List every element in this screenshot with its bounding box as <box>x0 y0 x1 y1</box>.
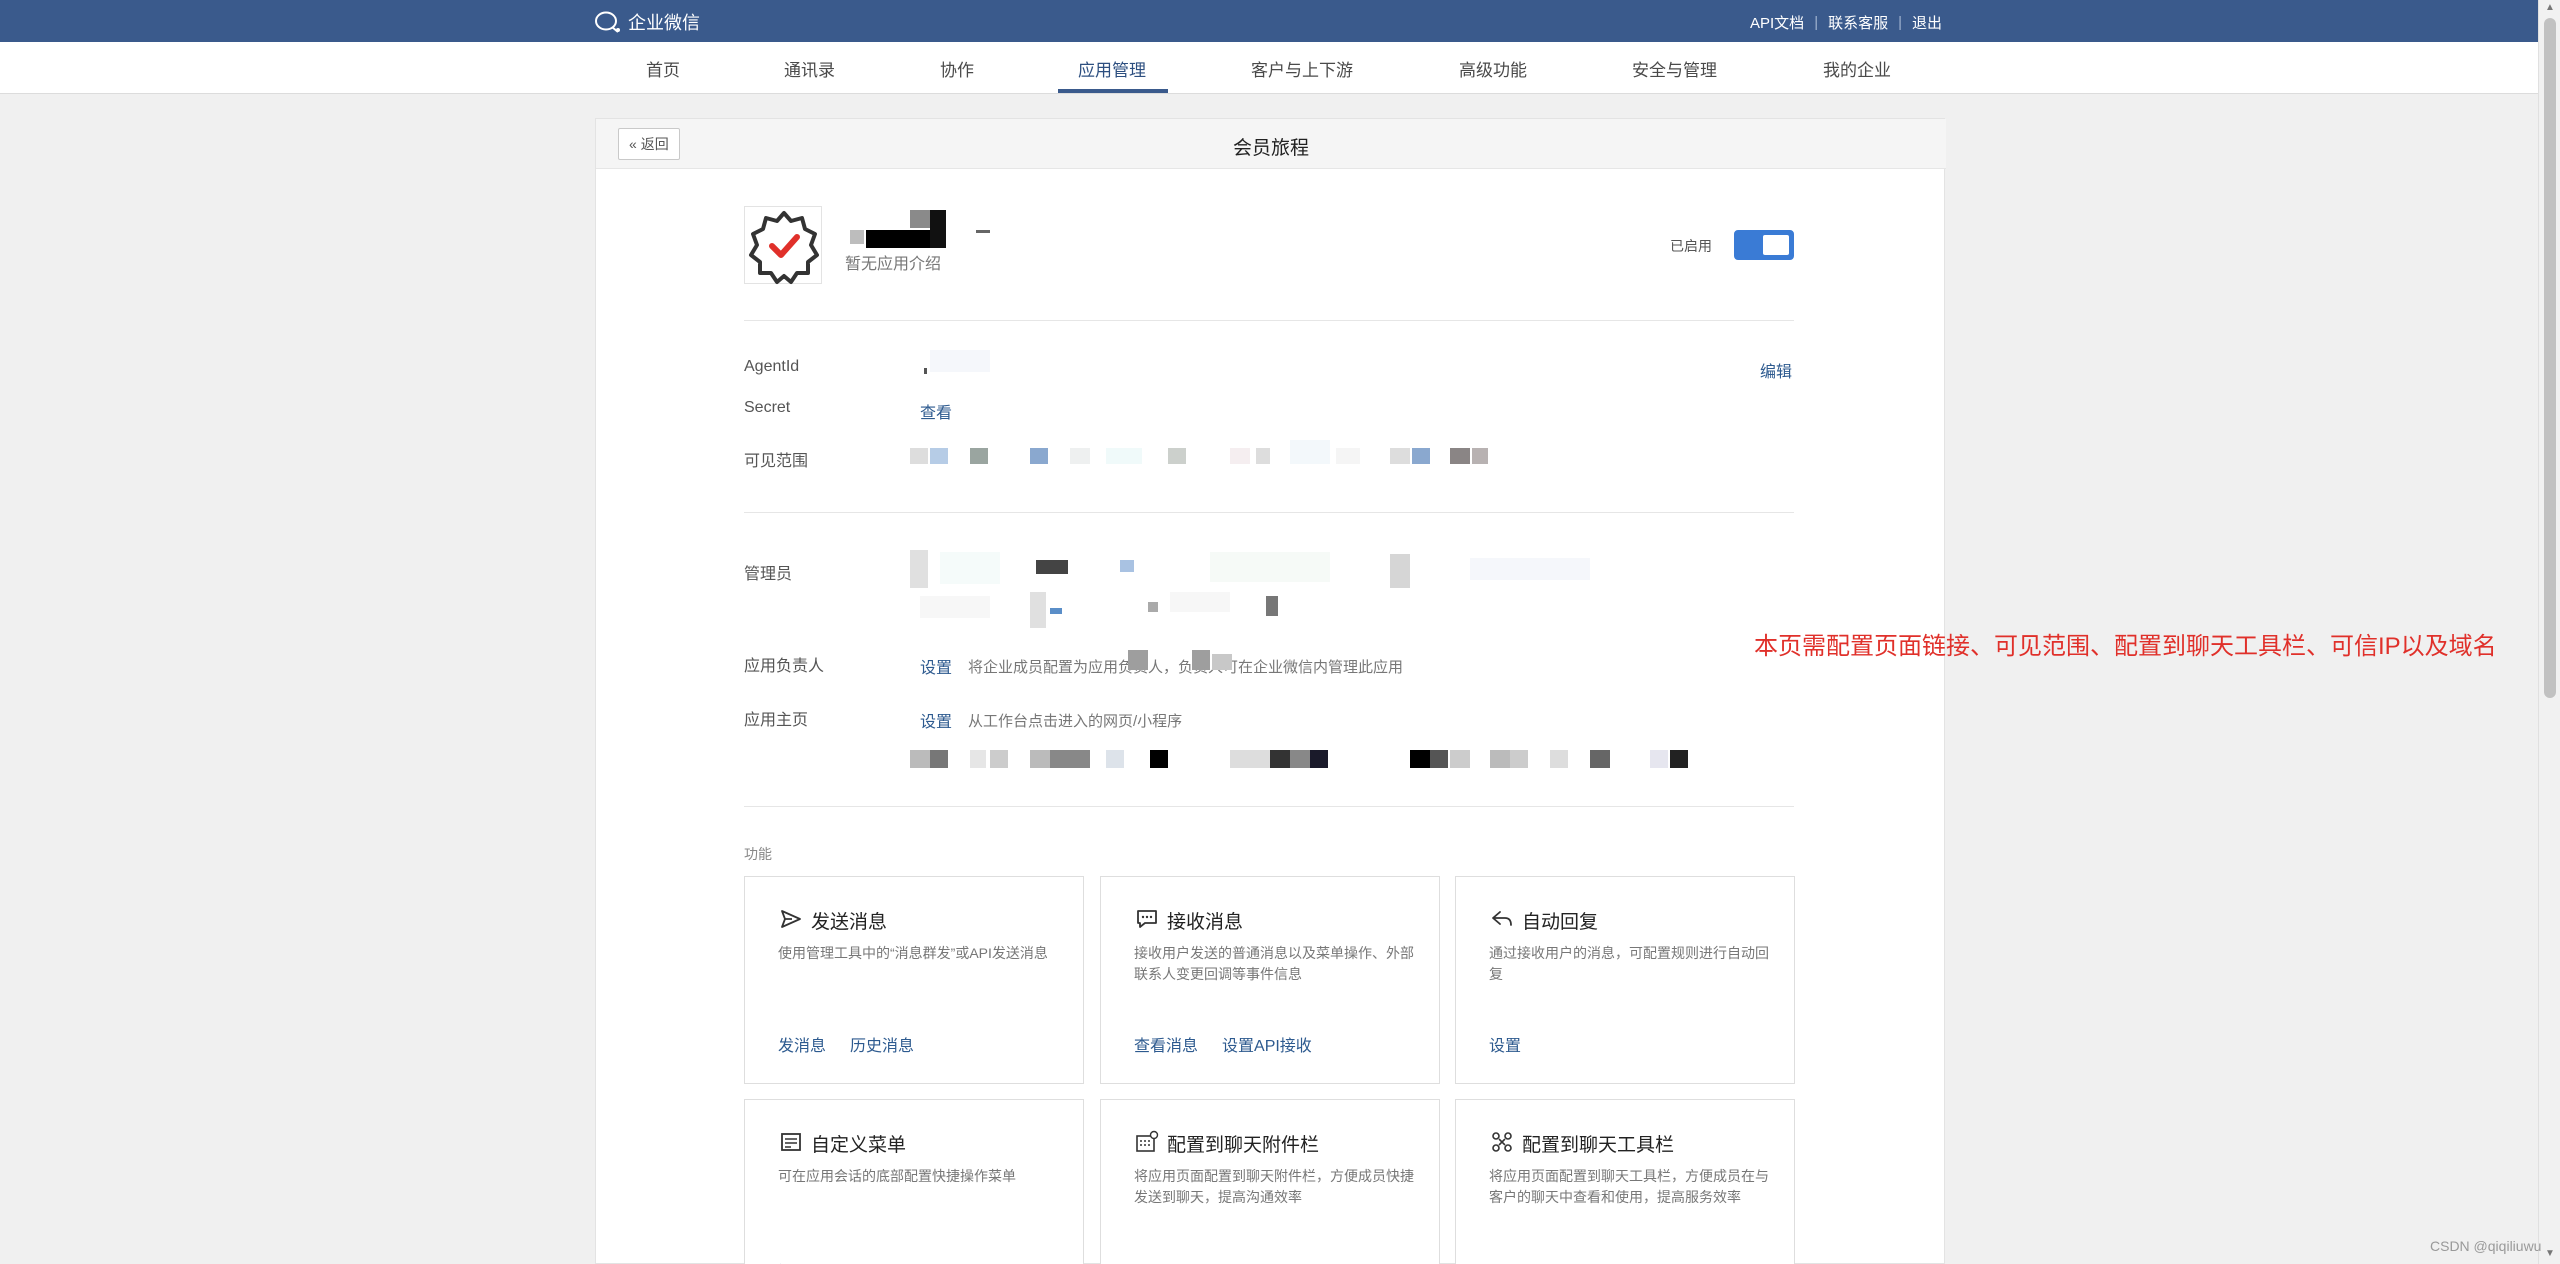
redacted-block <box>930 210 946 248</box>
message-history-link[interactable]: 历史消息 <box>850 1032 914 1056</box>
visible-scope-label: 可见范围 <box>744 453 809 470</box>
app-detail-panel: « 返回 会员旅程 <box>595 118 1946 1264</box>
scroll-down-icon[interactable]: ▼ <box>2544 1248 2556 1260</box>
watermark: CSDN @qiqiliuwu <box>2430 1238 2542 1254</box>
page-scrollbar[interactable]: ▲ ▼ <box>2538 0 2560 1264</box>
view-secret-link[interactable]: 查看 <box>920 399 952 423</box>
feature-card-receive-message: 接收消息 接收用户发送的普通消息以及菜单操作、外部联系人变更回调等事件信息 查看… <box>1100 876 1440 1084</box>
nav-contacts[interactable]: 通讯录 <box>784 56 835 81</box>
scroll-up-icon[interactable]: ▲ <box>2544 2 2556 14</box>
feature-card-chat-toolbar: 配置到聊天工具栏 将应用页面配置到聊天工具栏，方便成员在与客户的聊天中查看和使用… <box>1455 1099 1795 1264</box>
redacted-block <box>910 210 930 228</box>
nav-advanced[interactable]: 高级功能 <box>1459 56 1527 81</box>
feature-description: 将应用页面配置到聊天附件栏，方便成员快捷发送到聊天，提高沟通效率 <box>1134 1168 1414 1205</box>
visible-scope-tags[interactable] <box>910 440 1510 472</box>
main-nav: 首页 通讯录 协作 应用管理 客户与上下游 高级功能 安全与管理 我的企业 <box>0 42 2538 94</box>
redacted-block <box>866 230 930 248</box>
send-icon <box>781 910 801 928</box>
scrollbar-thumb[interactable] <box>2544 18 2556 698</box>
app-logo <box>744 206 822 284</box>
wecom-logo-icon <box>595 11 620 33</box>
top-bar: 企业微信 API文档 | 联系客服 | 退出 <box>0 0 2538 42</box>
auto-reply-settings-link[interactable]: 设置 <box>1489 1032 1521 1056</box>
custom-menu-settings-link[interactable]: 设置 <box>778 1258 810 1264</box>
feature-title: 自定义菜单 <box>811 1135 907 1156</box>
redacted-block <box>1212 654 1232 670</box>
reply-icon <box>1492 911 1512 926</box>
divider: | <box>1814 14 1819 31</box>
contact-support-link[interactable]: 联系客服 <box>1828 12 1888 33</box>
redacted-block <box>850 230 864 244</box>
menu-icon <box>781 1133 801 1151</box>
nav-security[interactable]: 安全与管理 <box>1632 56 1717 81</box>
active-tab-indicator <box>1058 89 1168 93</box>
set-api-receive-link[interactable]: 设置API接收 <box>1222 1032 1312 1056</box>
admin-label: 管理员 <box>744 566 793 583</box>
app-homepage-label: 应用主页 <box>744 712 809 729</box>
panel-header: « 返回 会员旅程 <box>596 119 1946 169</box>
logout-link[interactable]: 退出 <box>1912 12 1942 33</box>
page-title: 会员旅程 <box>1232 138 1309 159</box>
top-links: API文档 | 联系客服 | 退出 <box>1750 12 1942 33</box>
set-homepage-link[interactable]: 设置 <box>920 708 952 732</box>
feature-card-auto-reply: 自动回复 通过接收用户的消息，可配置规则进行自动回复 设置 <box>1455 876 1795 1084</box>
agentid-label: AgentId <box>744 358 800 375</box>
feature-description: 可在应用会话的底部配置快捷操作菜单 <box>778 1168 1016 1184</box>
app-owner-description: 将企业成员配置为应用负责人，负责人可在企业微信内管理此应用 <box>968 659 1404 676</box>
enable-toggle[interactable] <box>1734 230 1794 260</box>
send-message-link[interactable]: 发消息 <box>778 1032 826 1056</box>
app-homepage-description: 从工作台点击进入的网页/小程序 <box>968 713 1183 730</box>
feature-title: 发送消息 <box>811 912 888 933</box>
divider <box>744 512 1794 513</box>
feature-card-chat-attachment-bar: 配置到聊天附件栏 将应用页面配置到聊天附件栏，方便成员快捷发送到聊天，提高沟通效… <box>1100 1099 1440 1264</box>
redacted-block <box>1192 650 1210 670</box>
configure-chat-toolbar-link[interactable]: 配置 <box>1489 1258 1521 1264</box>
redacted-block <box>924 368 927 374</box>
feature-card-custom-menu: 自定义菜单 可在应用会话的底部配置快捷操作菜单 设置 <box>744 1099 1084 1264</box>
redacted-block <box>1128 650 1148 670</box>
feature-title: 自动回复 <box>1522 912 1599 933</box>
verified-badge-icon <box>749 211 819 284</box>
enabled-status-label: 已启用 <box>1670 238 1712 254</box>
nav-collaboration[interactable]: 协作 <box>940 56 974 81</box>
redacted-block <box>930 350 990 372</box>
annotation-note: 本页需配置页面链接、可见范围、配置到聊天工具栏、可信IP以及域名 <box>1754 633 2497 660</box>
api-docs-link[interactable]: API文档 <box>1750 12 1804 33</box>
secret-label: Secret <box>744 399 791 416</box>
divider <box>744 320 1794 321</box>
nav-app-management[interactable]: 应用管理 <box>1078 56 1146 81</box>
feature-description: 将应用页面配置到聊天工具栏，方便成员在与客户的聊天中查看和使用，提高服务效率 <box>1489 1168 1769 1205</box>
configure-attachment-bar-link[interactable]: 配置 <box>1134 1258 1166 1264</box>
nav-home[interactable]: 首页 <box>646 56 680 81</box>
brand-name: 企业微信 <box>628 13 700 33</box>
feature-title: 接收消息 <box>1167 912 1244 933</box>
feature-description: 接收用户发送的普通消息以及菜单操作、外部联系人变更回调等事件信息 <box>1134 945 1414 982</box>
brand-logo[interactable]: 企业微信 <box>594 9 700 35</box>
divider: | <box>1898 14 1903 31</box>
edit-link[interactable]: 编辑 <box>1760 358 1792 382</box>
feature-card-send-message: 发送消息 使用管理工具中的“消息群发”或API发送消息 发消息 历史消息 <box>744 876 1084 1084</box>
nav-customers-partners[interactable]: 客户与上下游 <box>1251 56 1353 81</box>
features-section-label: 功能 <box>744 846 772 862</box>
attachment-bar-icon <box>1136 1130 1159 1152</box>
app-owner-label: 应用负责人 <box>744 658 825 675</box>
view-messages-link[interactable]: 查看消息 <box>1134 1032 1198 1056</box>
redacted-block <box>976 230 990 233</box>
feature-description: 使用管理工具中的“消息群发”或API发送消息 <box>778 945 1048 961</box>
set-app-owner-link[interactable]: 设置 <box>920 654 952 678</box>
toggle-knob <box>1763 235 1789 255</box>
homepage-url <box>910 750 1700 770</box>
feature-title: 配置到聊天附件栏 <box>1167 1135 1320 1156</box>
admin-list[interactable] <box>910 548 1610 632</box>
nav-my-enterprise[interactable]: 我的企业 <box>1823 56 1891 81</box>
feature-title: 配置到聊天工具栏 <box>1522 1135 1675 1156</box>
message-icon <box>1137 910 1157 928</box>
app-intro: 暂无应用介绍 <box>845 256 942 273</box>
divider <box>744 806 1794 807</box>
toolbar-icon <box>1492 1132 1512 1152</box>
feature-description: 通过接收用户的消息，可配置规则进行自动回复 <box>1489 945 1769 982</box>
